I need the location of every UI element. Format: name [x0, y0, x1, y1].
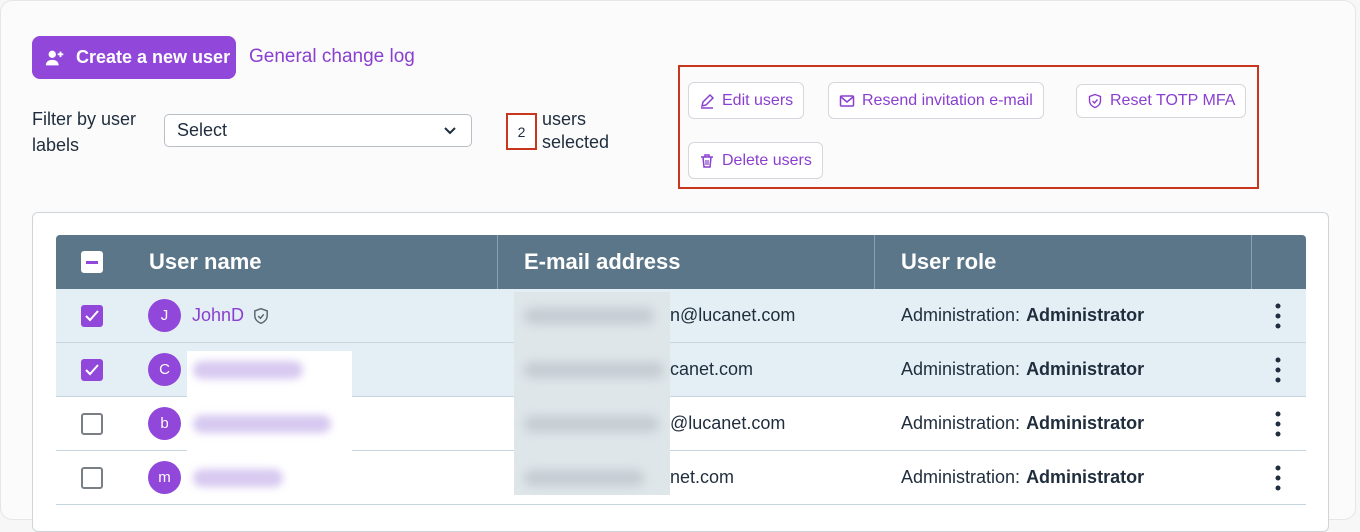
table-header: User name E-mail address User role	[56, 235, 1306, 289]
selected-count-text: users selected	[542, 108, 609, 154]
reset-totp-button[interactable]: Reset TOTP MFA	[1076, 84, 1247, 118]
table-row[interactable]: J JohnD n@lucanet.com Administration: Adm…	[56, 289, 1306, 343]
row-checkbox[interactable]	[81, 358, 103, 381]
row-checkbox[interactable]	[81, 412, 103, 435]
header-user-name[interactable]: User name	[56, 235, 498, 289]
role-name: Administrator	[1026, 305, 1145, 325]
resend-invitation-button[interactable]: Resend invitation e-mail	[828, 82, 1044, 119]
user-name-text: JohnD	[192, 305, 245, 325]
shield-check-icon	[254, 307, 268, 324]
row-checkbox[interactable]	[81, 466, 103, 489]
role-cell: Administration: Administrator	[901, 359, 1144, 380]
user-name-link[interactable]: JohnD	[192, 305, 270, 326]
chevron-down-icon	[444, 127, 456, 135]
redacted-names-overlay	[187, 351, 352, 496]
add-user-icon	[45, 50, 64, 65]
resend-invitation-label: Resend invitation e-mail	[862, 91, 1033, 109]
pencil-icon	[700, 93, 715, 109]
create-user-button[interactable]: Create a new user	[32, 36, 236, 79]
header-user-name-label: User name	[149, 249, 262, 274]
role-cell: Administration: Administrator	[901, 305, 1144, 326]
create-user-label: Create a new user	[76, 47, 231, 67]
redacted-emails-overlay	[514, 292, 670, 495]
header-actions	[1252, 235, 1306, 289]
filter-label: Filter by user labels	[32, 109, 137, 155]
selected-count-badge: 2	[506, 113, 537, 150]
header-email-label: E-mail address	[524, 249, 681, 274]
role-name: Administrator	[1026, 467, 1145, 487]
avatar: b	[148, 407, 181, 440]
kebab-menu-icon[interactable]	[1268, 356, 1288, 384]
role-cell: Administration: Administrator	[901, 467, 1144, 488]
user-label-select[interactable]: Select	[164, 114, 472, 147]
header-user-role-label: User role	[901, 249, 997, 274]
email-cell: canet.com	[670, 359, 754, 379]
edit-users-button[interactable]: Edit users	[688, 82, 805, 119]
row-checkbox[interactable]	[81, 304, 103, 327]
avatar: m	[148, 461, 181, 494]
header-email[interactable]: E-mail address	[498, 235, 875, 289]
role-prefix: Administration:	[901, 467, 1021, 487]
envelope-icon	[839, 94, 855, 107]
role-cell: Administration: Administrator	[901, 413, 1144, 434]
kebab-menu-icon[interactable]	[1268, 410, 1288, 438]
email-cell: n@lucanet.com	[670, 305, 796, 325]
indeterminate-icon	[86, 260, 98, 264]
role-prefix: Administration:	[901, 359, 1021, 379]
email-cell: @lucanet.com	[670, 413, 786, 433]
header-user-role[interactable]: User role	[875, 235, 1252, 289]
edit-users-label: Edit users	[722, 91, 794, 109]
trash-icon	[701, 153, 713, 168]
role-prefix: Administration:	[901, 305, 1021, 325]
role-name: Administrator	[1026, 359, 1145, 379]
role-name: Administrator	[1026, 413, 1145, 433]
selected-text-line2: selected	[542, 132, 610, 152]
selected-text-line1: users	[542, 109, 587, 129]
select-all-checkbox[interactable]	[81, 251, 103, 273]
user-management-panel: Create a new user General change log Fil…	[0, 0, 1356, 532]
reset-totp-label: Reset TOTP MFA	[1110, 92, 1236, 109]
select-value: Select	[177, 120, 228, 140]
avatar: C	[148, 353, 181, 386]
kebab-menu-icon[interactable]	[1268, 302, 1288, 330]
bulk-actions-group: Edit users Resend invitation e-mail Rese…	[678, 65, 1259, 189]
checkmark-icon	[85, 363, 99, 375]
kebab-menu-icon[interactable]	[1268, 464, 1288, 492]
avatar: J	[148, 299, 181, 332]
shield-check-icon	[1088, 93, 1102, 109]
delete-users-label: Delete users	[722, 151, 812, 169]
delete-users-button[interactable]: Delete users	[688, 142, 823, 179]
change-log-link[interactable]: General change log	[249, 46, 415, 68]
email-cell: net.com	[670, 467, 735, 487]
checkmark-icon	[85, 309, 99, 321]
role-prefix: Administration:	[901, 413, 1021, 433]
